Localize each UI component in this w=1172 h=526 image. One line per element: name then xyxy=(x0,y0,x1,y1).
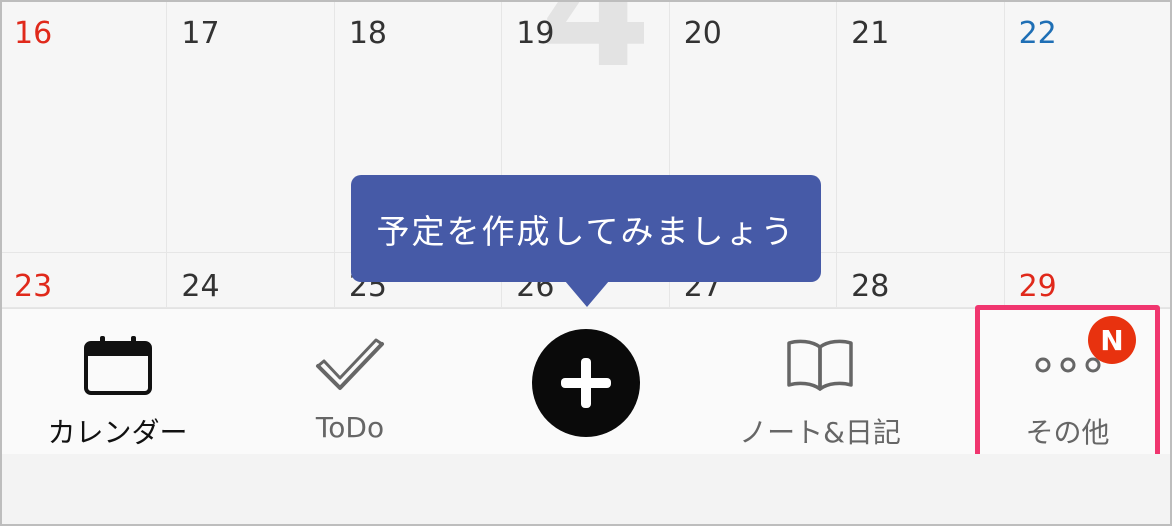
highlight-frame xyxy=(975,305,1160,467)
day-cell[interactable]: 29 xyxy=(1004,253,1172,308)
add-event-button[interactable] xyxy=(532,329,640,437)
tab-calendar-label: カレンダー xyxy=(47,416,188,449)
day-number: 21 xyxy=(851,16,890,51)
tab-calendar[interactable]: カレンダー xyxy=(30,309,205,455)
day-number: 24 xyxy=(181,269,220,304)
day-cell[interactable]: 28 xyxy=(837,253,1005,308)
checkmark-icon xyxy=(314,331,386,399)
day-cell[interactable]: 16 xyxy=(0,0,168,253)
tooltip-text: 予定を作成してみましょう xyxy=(376,211,796,251)
day-cell[interactable]: 24 xyxy=(167,253,335,308)
day-cell[interactable]: 23 xyxy=(0,253,168,308)
plus-icon xyxy=(561,358,611,408)
calendar-icon xyxy=(83,331,153,399)
bottom-area xyxy=(0,454,1172,526)
day-cell[interactable]: 17 xyxy=(167,0,335,253)
day-number: 23 xyxy=(14,269,53,304)
day-number: 19 xyxy=(516,16,555,51)
tooltip-arrow xyxy=(565,281,609,307)
create-event-tooltip: 予定を作成してみましょう xyxy=(351,175,821,282)
tab-notes-label: ノート&日記 xyxy=(739,416,901,449)
tab-todo-label: ToDo xyxy=(315,411,385,444)
day-number: 29 xyxy=(1018,269,1057,304)
day-cell[interactable]: 21 xyxy=(837,0,1005,253)
day-cell[interactable]: 22 xyxy=(1004,0,1172,253)
day-number: 22 xyxy=(1018,16,1057,51)
day-number: 16 xyxy=(14,16,53,51)
tab-todo[interactable]: ToDo xyxy=(280,309,420,455)
day-number: 20 xyxy=(683,16,722,51)
day-number: 17 xyxy=(181,16,220,51)
day-number: 28 xyxy=(851,269,890,304)
book-icon xyxy=(785,331,855,399)
tab-notes-diary[interactable]: ノート&日記 xyxy=(725,309,915,455)
day-number: 18 xyxy=(348,16,388,51)
